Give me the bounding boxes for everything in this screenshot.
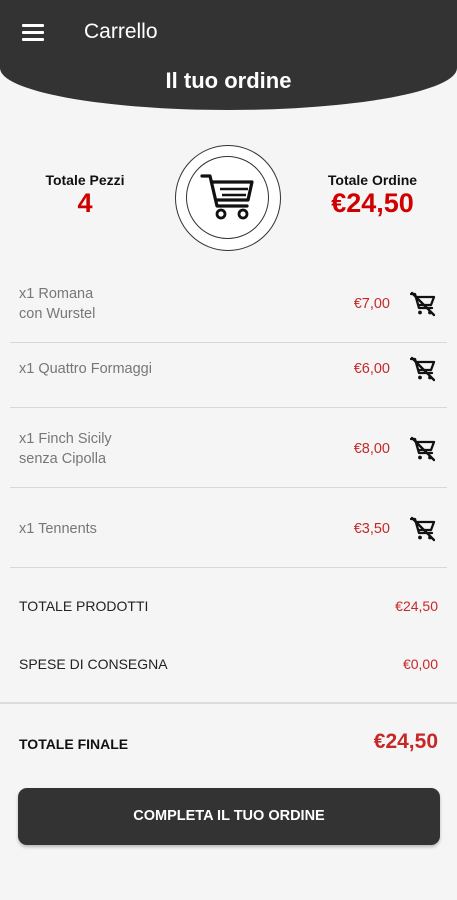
cart-item-price: €7,00 — [353, 295, 390, 312]
final-total-value: €24,50 — [373, 730, 438, 753]
final-total-label: TOTALE FINALE — [19, 736, 129, 752]
cart-item: x1 Finch Sicily senza Cipolla €8,00 — [10, 410, 447, 488]
app-title: Carrello — [84, 20, 158, 43]
delivery-cost-row: SPESE DI CONSEGNA €0,00 — [19, 653, 438, 677]
remove-from-cart-icon[interactable] — [409, 516, 436, 542]
cart-item-name: x1 Tennents — [19, 520, 97, 537]
delivery-cost-value: €0,00 — [402, 656, 438, 672]
page-title: Il tuo ordine — [165, 68, 292, 93]
complete-order-button[interactable]: COMPLETA IL TUO ORDINE — [18, 788, 440, 845]
products-total-value: €24,50 — [395, 598, 438, 614]
cart-item-name: x1 Finch Sicily senza Cipolla — [19, 430, 112, 467]
cart-item-price: €6,00 — [353, 360, 390, 377]
total-order-value: €24,50 — [331, 188, 414, 218]
cart-item: x1 Quattro Formaggi €6,00 — [10, 330, 447, 408]
divider — [0, 702, 457, 704]
remove-from-cart-icon[interactable] — [409, 436, 436, 462]
total-pieces-label: Totale Pezzi — [45, 172, 125, 188]
total-pieces: Totale Pezzi 4 — [30, 172, 140, 218]
products-total-label: TOTALE PRODOTTI — [19, 598, 149, 614]
cart-item-price: €3,50 — [353, 520, 390, 537]
cart-item-name: x1 Romana con Wurstel — [19, 285, 96, 322]
total-pieces-value: 4 — [77, 188, 93, 218]
remove-from-cart-icon[interactable] — [409, 291, 436, 317]
cart-badge — [175, 145, 281, 251]
shopping-cart-icon — [200, 174, 254, 220]
hamburger-menu-icon[interactable] — [22, 24, 44, 42]
products-total-row: TOTALE PRODOTTI €24,50 — [19, 595, 438, 619]
cart-item: x1 Tennents €3,50 — [10, 490, 447, 568]
delivery-cost-label: SPESE DI CONSEGNA — [19, 656, 168, 672]
cart-item-name: x1 Quattro Formaggi — [19, 360, 152, 377]
remove-from-cart-icon[interactable] — [409, 356, 436, 382]
order-summary: Totale Pezzi 4 Totale Ordine €24,50 — [0, 140, 457, 255]
app-header: Carrello Il tuo ordine — [0, 0, 457, 110]
total-order-label: Totale Ordine — [327, 172, 418, 188]
cart-item-price: €8,00 — [353, 440, 390, 457]
total-order: Totale Ordine €24,50 — [300, 172, 445, 218]
final-total-row: TOTALE FINALE €24,50 — [19, 730, 438, 758]
